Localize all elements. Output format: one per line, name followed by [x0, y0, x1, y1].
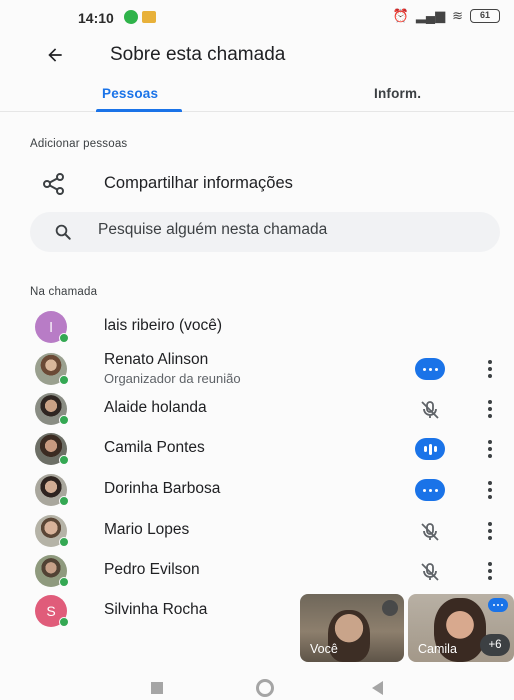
participant-name: lais ribeiro (você) [104, 317, 223, 334]
self-video-tile[interactable]: Você [300, 594, 404, 662]
participant-more-button[interactable] [482, 559, 498, 583]
participant-name: Mario Lopes [104, 521, 190, 538]
status-bar: 14:10 ⏰ ▂▄▆ ≋ 61 [0, 0, 514, 36]
participant-row[interactable]: Mario Lopes [30, 512, 500, 550]
add-people-label: Adicionar pessoas [30, 138, 128, 150]
page-title: Sobre esta chamada [110, 44, 286, 65]
participant-name: Pedro Evilson [104, 561, 200, 578]
mic-off-icon [421, 401, 439, 419]
participant-row[interactable]: Dorinha Barbosa [30, 471, 500, 509]
back-button[interactable] [38, 38, 72, 72]
share-info-label: Compartilhar informações [104, 174, 293, 192]
system-back-button[interactable] [372, 681, 383, 695]
system-nav-bar [0, 676, 514, 700]
arrow-back-icon [48, 48, 62, 62]
participant-row[interactable]: Pedro Evilson [30, 552, 500, 590]
app-bar: Sobre esta chamada [0, 36, 514, 76]
participant-name: Silvinha Rocha [104, 601, 208, 618]
online-indicator [59, 577, 69, 587]
mic-off-icon [421, 563, 439, 581]
speaking-indicator-icon [415, 479, 445, 501]
participant-name: Alaide holanda [104, 399, 207, 416]
system-icons: ⏰ ▂▄▆ ≋ 61 [393, 8, 500, 24]
mic-off-icon [382, 600, 398, 616]
participant-more-button[interactable] [482, 437, 498, 461]
online-indicator [59, 496, 69, 506]
participant-row[interactable]: Camila Pontes [30, 430, 500, 468]
search-icon [55, 224, 71, 240]
search-box[interactable] [30, 212, 500, 252]
share-info-button[interactable]: Compartilhar informações [30, 166, 490, 202]
tab-info[interactable]: Inform. [374, 86, 421, 101]
search-input[interactable] [98, 221, 478, 239]
participant-row[interactable]: l lais ribeiro (você) [30, 308, 500, 346]
notification-icons [124, 10, 156, 24]
battery-icon: 61 [470, 9, 500, 23]
signal-icon: ▂▄▆ [415, 8, 446, 23]
tab-people[interactable]: Pessoas [102, 86, 158, 101]
avatar-initial: l [49, 319, 53, 335]
participant-row[interactable]: Alaide holanda [30, 390, 500, 428]
participant-more-button[interactable] [482, 478, 498, 502]
share-icon [43, 173, 64, 195]
online-indicator [59, 617, 69, 627]
online-indicator [59, 415, 69, 425]
active-tab-indicator [96, 109, 182, 112]
recents-button[interactable] [151, 682, 163, 694]
more-participants-badge[interactable]: +6 [480, 634, 510, 656]
online-indicator [59, 333, 69, 343]
speaking-indicator-icon [415, 358, 445, 380]
participant-row[interactable]: S Silvinha Rocha [30, 592, 290, 630]
avatar-initial: S [46, 603, 56, 619]
participant-role: Organizador da reunião [104, 371, 241, 386]
participant-more-button[interactable] [482, 397, 498, 421]
mic-off-icon [421, 523, 439, 541]
in-call-label: Na chamada [30, 286, 98, 298]
whatsapp-icon [124, 10, 138, 24]
online-indicator [59, 375, 69, 385]
speaking-indicator-icon [488, 598, 508, 612]
wifi-icon: ≋ [452, 8, 463, 23]
participant-tile-label: Camila [418, 642, 457, 656]
speaking-indicator-icon [415, 438, 445, 460]
participant-name: Renato Alinson [104, 351, 209, 368]
online-indicator [59, 455, 69, 465]
home-button[interactable] [256, 679, 274, 697]
online-indicator [59, 537, 69, 547]
self-tile-label: Você [310, 642, 338, 656]
participant-more-button[interactable] [482, 357, 498, 381]
meet-icon [142, 11, 156, 23]
participant-row[interactable]: Renato Alinson Organizador da reunião [30, 350, 500, 388]
status-time: 14:10 [78, 10, 114, 26]
participant-name: Dorinha Barbosa [104, 480, 221, 497]
tab-bar: Pessoas Inform. [0, 78, 514, 112]
alarm-icon: ⏰ [392, 8, 409, 23]
participant-more-button[interactable] [482, 519, 498, 543]
participant-video-tile[interactable]: Camila +6 [408, 594, 514, 662]
participant-name: Camila Pontes [104, 439, 205, 456]
